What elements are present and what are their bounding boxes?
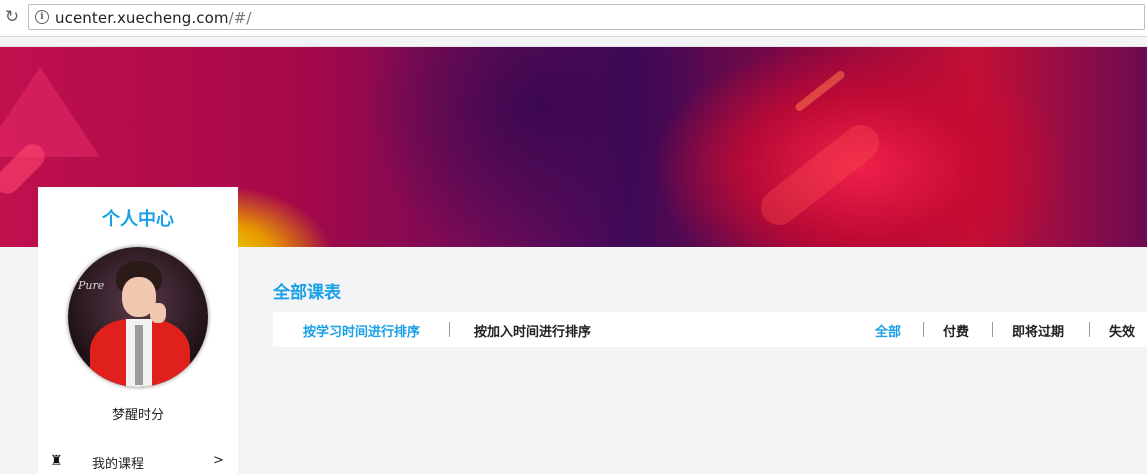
avatar[interactable]: Pure bbox=[68, 247, 208, 387]
banner-decoration bbox=[753, 117, 887, 233]
filter-paid[interactable]: 付费 bbox=[943, 321, 969, 340]
filter-expiring[interactable]: 即将过期 bbox=[1012, 321, 1064, 340]
course-filter-bar: 按学习时间进行排序 按加入时间进行排序 全部 付费 即将过期 失效 bbox=[273, 312, 1147, 347]
banner-decoration bbox=[0, 67, 100, 157]
filter-expired[interactable]: 失效 bbox=[1109, 321, 1135, 340]
chevron-right-icon: > bbox=[213, 453, 224, 468]
info-icon[interactable]: i bbox=[35, 10, 49, 24]
url-text[interactable]: ucenter.xuecheng.com/#/ bbox=[55, 9, 252, 27]
avatar-caption: Pure bbox=[78, 279, 105, 292]
sidebar-item-label: 我的课程 bbox=[92, 457, 145, 472]
page-title: 全部课表 bbox=[273, 283, 341, 303]
toolbar-divider bbox=[0, 37, 1147, 47]
avatar-tie bbox=[135, 325, 143, 385]
divider bbox=[1089, 322, 1090, 337]
url-path: /#/ bbox=[228, 9, 252, 27]
reload-icon[interactable]: ↻ bbox=[2, 6, 22, 28]
divider bbox=[923, 322, 924, 337]
sidebar-item-my-courses[interactable]: ♜ 我的课程 > bbox=[38, 451, 238, 473]
divider bbox=[992, 322, 993, 337]
username: 梦醒时分 bbox=[111, 408, 164, 423]
sort-by-study-time[interactable]: 按学习时间进行排序 bbox=[303, 321, 420, 340]
avatar-hand bbox=[150, 303, 166, 323]
url-host: ucenter.xuecheng.com bbox=[55, 9, 229, 27]
sidebar-title: 个人中心 bbox=[102, 209, 174, 230]
sort-by-join-time[interactable]: 按加入时间进行排序 bbox=[474, 321, 591, 340]
address-bar[interactable]: i ucenter.xuecheng.com/#/ bbox=[28, 4, 1145, 30]
user-sidebar: 个人中心 Pure 梦醒时分 ♜ 我的课程 > bbox=[38, 187, 238, 474]
filter-all[interactable]: 全部 bbox=[875, 321, 901, 340]
banner-decoration bbox=[793, 69, 847, 113]
rook-icon: ♜ bbox=[50, 453, 63, 469]
divider bbox=[449, 322, 450, 337]
browser-toolbar: ↻ i ucenter.xuecheng.com/#/ bbox=[0, 0, 1147, 37]
